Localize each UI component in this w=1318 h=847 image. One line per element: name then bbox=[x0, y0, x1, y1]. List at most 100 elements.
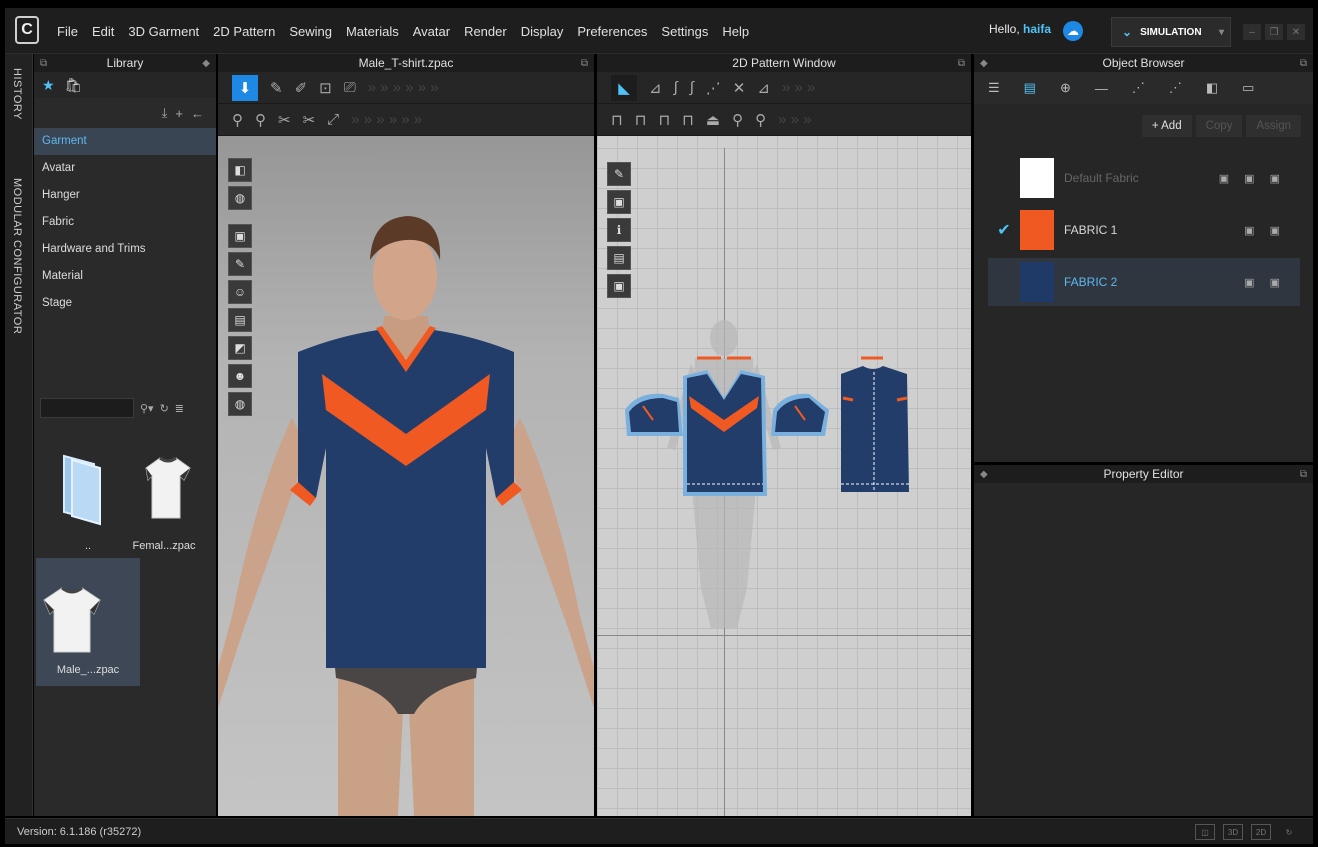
menu-sewing[interactable]: Sewing bbox=[289, 24, 332, 39]
buttonhole-tab-icon[interactable]: — bbox=[1095, 81, 1108, 96]
cloud-icon[interactable]: ☁ bbox=[1063, 21, 1083, 41]
close-icon[interactable]: ✕ bbox=[1287, 24, 1305, 40]
iron-icon[interactable]: ⏏ bbox=[706, 111, 720, 129]
fabric-actions-icon[interactable]: ▣ ▣ ▣ bbox=[1219, 172, 1286, 185]
topstitch-tab-icon[interactable]: ⋰ bbox=[1132, 80, 1145, 96]
list-icon[interactable]: ☰ bbox=[988, 80, 1000, 96]
undock-icon[interactable]: ⧉ bbox=[40, 58, 47, 69]
tack-icon[interactable]: ✂ bbox=[278, 111, 291, 129]
copy-button[interactable]: Copy bbox=[1195, 115, 1243, 137]
select-move-icon[interactable]: ⬇ bbox=[232, 74, 258, 101]
add-icon[interactable]: + bbox=[175, 106, 183, 121]
back-icon[interactable]: ← bbox=[191, 106, 204, 121]
library-item-garment[interactable]: Garment bbox=[34, 128, 216, 155]
view-3d[interactable]: Male_T-shirt.zpac ⧉ ⬇ ✎ ✐ ⊡ ⎚ » » » » » … bbox=[218, 54, 594, 816]
pin-icon[interactable]: ◆ bbox=[202, 58, 210, 69]
menu-3d-garment[interactable]: 3D Garment bbox=[128, 24, 199, 39]
menu-materials[interactable]: Materials bbox=[346, 24, 399, 39]
library-item-material[interactable]: Material bbox=[34, 263, 216, 290]
thumbnail-female-zpac[interactable]: Femal...zpac bbox=[112, 434, 216, 562]
undock-icon[interactable]: ⧉ bbox=[1300, 58, 1307, 69]
sync-icon[interactable]: ↻ bbox=[1279, 824, 1299, 840]
pattern-layout[interactable] bbox=[597, 148, 971, 816]
edit-pattern-icon[interactable]: ✐ bbox=[295, 79, 308, 97]
view-2d-pattern[interactable]: 2D Pattern Window ⧉ ◣ ⊿ ∫ ∫ ⋰ ✕ ⊿ » » » … bbox=[597, 54, 971, 816]
avatar-pose-icon[interactable]: ⚲ bbox=[232, 111, 243, 129]
cut-icon[interactable]: ✕ bbox=[733, 79, 746, 97]
polygon-icon[interactable]: ⊿ bbox=[757, 79, 770, 97]
measure-tab-icon[interactable]: ▭ bbox=[1242, 80, 1254, 96]
transform-pattern-icon[interactable]: ◣ bbox=[611, 74, 637, 101]
undock-icon[interactable]: ⧉ bbox=[1300, 469, 1307, 480]
user-name[interactable]: haifa bbox=[1023, 22, 1051, 36]
avatar-3d-model[interactable] bbox=[218, 148, 594, 816]
pin-icon[interactable]: ◆ bbox=[980, 469, 988, 480]
steam-icon[interactable]: ⤢ bbox=[327, 111, 339, 128]
library-item-fabric[interactable]: Fabric bbox=[34, 209, 216, 236]
curve-point-icon[interactable]: ∫ bbox=[674, 79, 678, 96]
undock-icon[interactable]: ⧉ bbox=[958, 58, 965, 69]
pin-tool-icon[interactable]: ⚲ bbox=[255, 111, 266, 129]
fabric-tab-icon[interactable]: ▤ bbox=[1024, 80, 1036, 96]
undock-icon[interactable]: ⧉ bbox=[581, 58, 588, 69]
search-icon[interactable]: ⚲▾ bbox=[140, 402, 154, 415]
graphic-tab-icon[interactable]: ◧ bbox=[1206, 80, 1218, 96]
menu-file[interactable]: File bbox=[57, 24, 78, 39]
graphic-icon[interactable]: ⚲ bbox=[755, 111, 766, 129]
thumbnail-male-zpac[interactable]: Male_...zpac bbox=[36, 558, 140, 686]
library-item-hardware-trims[interactable]: Hardware and Trims bbox=[34, 236, 216, 263]
view-3d-button[interactable]: 3D bbox=[1223, 824, 1243, 840]
library-search-input[interactable] bbox=[40, 398, 134, 418]
menu-display[interactable]: Display bbox=[521, 24, 564, 39]
view-mode-buttons: ◫ 3D 2D ↻ bbox=[1195, 824, 1299, 840]
list-view-icon[interactable]: ≣ bbox=[175, 402, 184, 415]
split-view-icon[interactable]: ◫ bbox=[1195, 824, 1215, 840]
button-tab-icon[interactable]: ⊕ bbox=[1060, 80, 1071, 96]
arrange-icon[interactable]: ⎚ bbox=[344, 79, 356, 96]
app-logo-icon[interactable]: C bbox=[15, 16, 39, 44]
menu-avatar[interactable]: Avatar bbox=[413, 24, 450, 39]
library-item-stage[interactable]: Stage bbox=[34, 290, 216, 317]
menu-preferences[interactable]: Preferences bbox=[577, 24, 647, 39]
minimize-icon[interactable]: – bbox=[1243, 24, 1261, 40]
favorites-star-icon[interactable]: ★ bbox=[42, 77, 55, 94]
restore-icon[interactable]: ❐ bbox=[1265, 24, 1283, 40]
fold-icon[interactable]: ✂ bbox=[303, 111, 316, 129]
menu-settings[interactable]: Settings bbox=[661, 24, 708, 39]
bag-icon[interactable]: 🛍 bbox=[65, 77, 83, 94]
fabric-row-2[interactable]: FABRIC 2 ▣ ▣ bbox=[988, 258, 1300, 306]
add-button[interactable]: + Add bbox=[1141, 115, 1192, 137]
download-icon[interactable]: ⤓ bbox=[162, 105, 168, 121]
box-select-icon[interactable]: ⊡ bbox=[319, 79, 332, 97]
add-point-icon[interactable]: ⋰ bbox=[706, 79, 721, 97]
library-item-hanger[interactable]: Hanger bbox=[34, 182, 216, 209]
refresh-icon[interactable]: ↻ bbox=[160, 402, 169, 415]
fabric-actions-icon[interactable]: ▣ ▣ bbox=[1244, 224, 1286, 237]
simulation-button[interactable]: ⌄ SIMULATION ▾ bbox=[1111, 17, 1231, 47]
free-sewing-icon[interactable]: ⊓ bbox=[635, 111, 647, 129]
dropdown-arrow-icon[interactable]: ▾ bbox=[1219, 27, 1224, 38]
menu-render[interactable]: Render bbox=[464, 24, 507, 39]
fabric-actions-icon[interactable]: ▣ ▣ bbox=[1244, 276, 1286, 289]
pin-icon[interactable]: ◆ bbox=[980, 58, 988, 69]
user-greeting: Hello, haifa bbox=[989, 22, 1051, 36]
segment-sewing-icon[interactable]: ⊓ bbox=[611, 111, 623, 129]
menu-edit[interactable]: Edit bbox=[92, 24, 114, 39]
fabric-row-1[interactable]: ✔ FABRIC 1 ▣ ▣ bbox=[988, 206, 1300, 254]
transform-icon[interactable]: ✎ bbox=[270, 79, 283, 97]
check-sewing-icon[interactable]: ⊓ bbox=[682, 111, 694, 129]
library-item-avatar[interactable]: Avatar bbox=[34, 155, 216, 182]
edit-curve-icon[interactable]: ∫ bbox=[690, 79, 694, 96]
thumbnail-caption: Male_...zpac bbox=[56, 664, 120, 676]
edit-point-icon[interactable]: ⊿ bbox=[649, 79, 662, 97]
fabric-row-default[interactable]: Default Fabric ▣ ▣ ▣ bbox=[988, 154, 1300, 202]
view-2d-button[interactable]: 2D bbox=[1251, 824, 1271, 840]
shirt-select-icon[interactable]: ⚲ bbox=[732, 111, 743, 129]
modular-configurator-tab[interactable]: MODULAR CONFIGURATOR bbox=[11, 178, 23, 334]
menu-help[interactable]: Help bbox=[722, 24, 749, 39]
zipper-tab-icon[interactable]: ⋰ bbox=[1169, 80, 1182, 96]
m-n-sewing-icon[interactable]: ⊓ bbox=[658, 111, 670, 129]
menu-2d-pattern[interactable]: 2D Pattern bbox=[213, 24, 275, 39]
history-tab[interactable]: HISTORY bbox=[11, 68, 23, 120]
assign-button[interactable]: Assign bbox=[1246, 115, 1301, 137]
